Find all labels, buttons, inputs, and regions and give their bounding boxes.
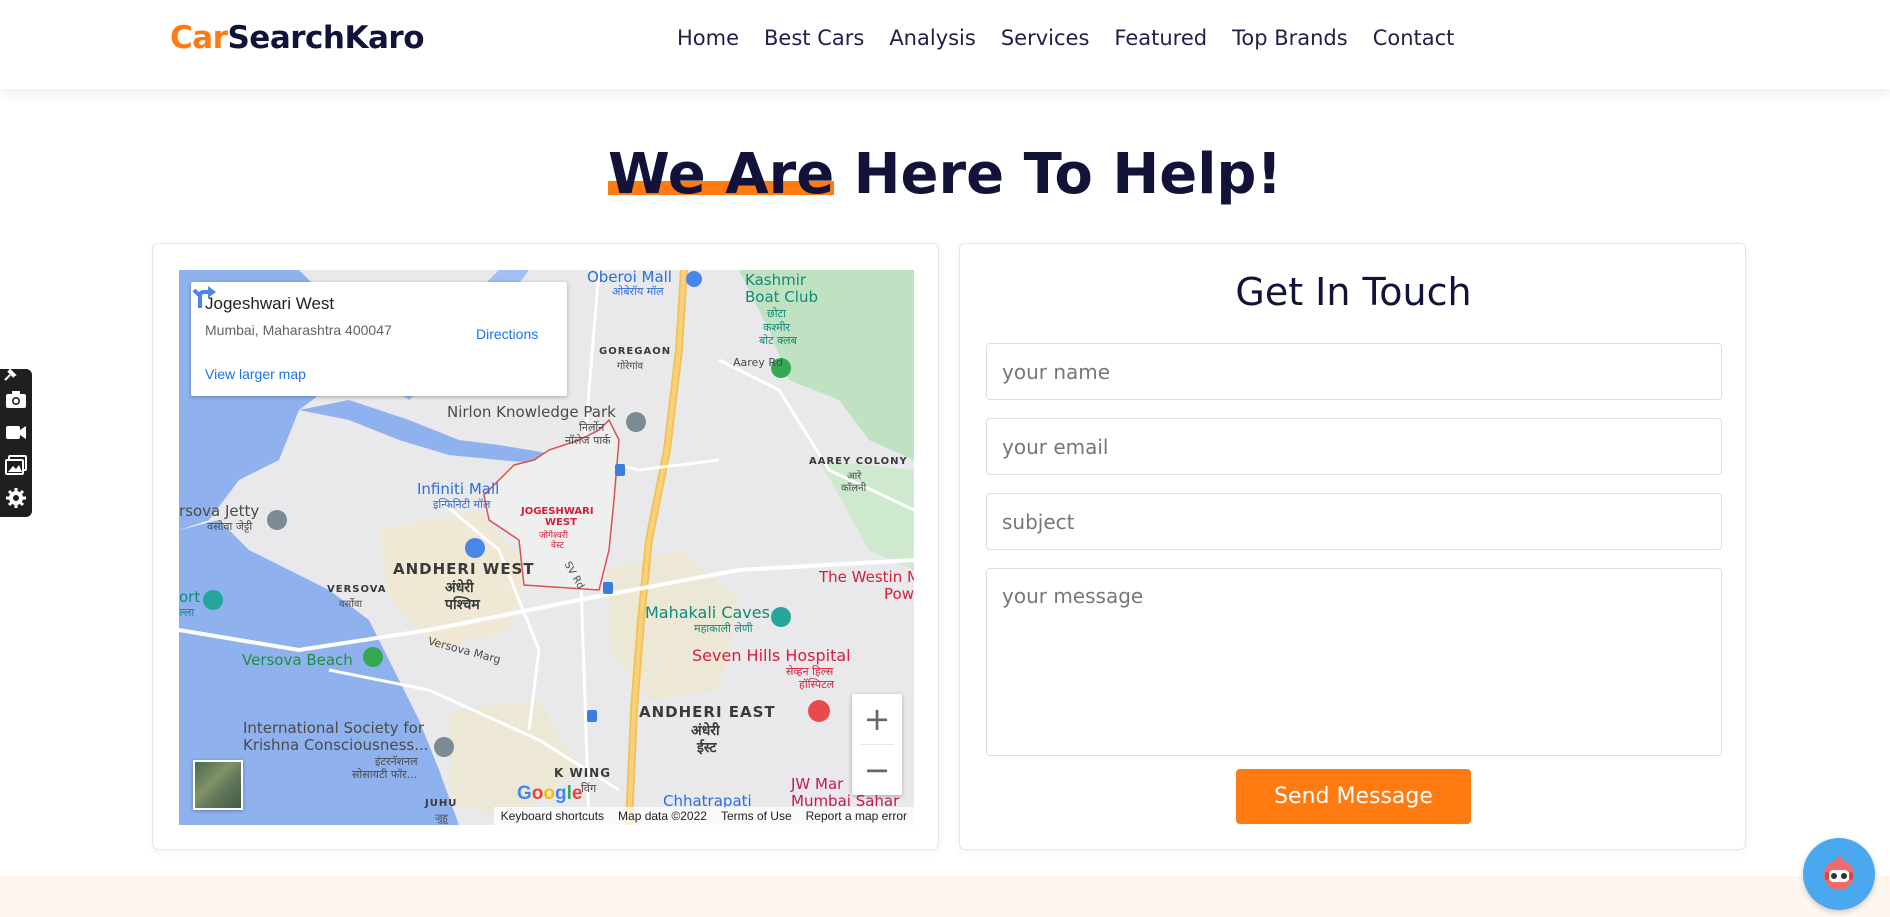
map-label-westin-1: The Westin M bbox=[819, 568, 914, 586]
site-header: CarSearchKaro Home Best Cars Analysis Se… bbox=[0, 0, 1890, 89]
nav-services[interactable]: Services bbox=[1001, 26, 1090, 50]
site-logo[interactable]: CarSearchKaro bbox=[170, 20, 424, 56]
google-logo-letter: o bbox=[531, 783, 544, 804]
form-title: Get In Touch bbox=[1235, 270, 1472, 314]
map-label-versova: VERSOVA bbox=[327, 584, 387, 595]
map-label-nirlon: Nirlon Knowledge Park bbox=[447, 403, 616, 421]
map-label-jogeshwari-hi-2: वेस्ट bbox=[551, 541, 565, 551]
map-label-juhu-hi: जुहू bbox=[435, 813, 448, 824]
contact-form-card: Get In Touch Send Message bbox=[959, 243, 1746, 850]
map-label-kwing: K WING bbox=[554, 766, 612, 780]
camera-icon[interactable] bbox=[5, 388, 27, 410]
terms-of-use-link[interactable]: Terms of Use bbox=[714, 807, 799, 825]
google-logo: Google bbox=[517, 783, 582, 805]
map-label-kashmir-hi-1: छोटा bbox=[767, 307, 786, 320]
robot-icon bbox=[1824, 856, 1854, 890]
map-info-box: Jogeshwari West Mumbai, Maharashtra 4000… bbox=[191, 282, 567, 396]
map-label-westin-2: Pow bbox=[884, 585, 914, 603]
name-field[interactable] bbox=[986, 343, 1722, 400]
embedded-map[interactable]: Oberoi Mall ओबेरॉय मॉल Kashmir Boat Club… bbox=[179, 270, 914, 825]
map-label-ort: ort bbox=[179, 588, 201, 606]
map-label-jw-1: JW Mar bbox=[791, 775, 844, 793]
map-label-versova-jetty-hi: वसोवा जेट्टी bbox=[207, 520, 253, 533]
map-label-oberoi-hi: ओबेरॉय मॉल bbox=[612, 285, 664, 298]
zoom-out-button[interactable]: − bbox=[852, 745, 902, 795]
map-label-kashmir-hi-3: बोट क्लब bbox=[759, 334, 797, 347]
map-label-andheri-east: ANDHERI EAST bbox=[639, 703, 776, 721]
map-data-text: Map data ©2022 bbox=[618, 809, 707, 823]
zoom-in-button[interactable]: + bbox=[852, 694, 902, 744]
footer-band bbox=[0, 876, 1890, 917]
main-nav: Home Best Cars Analysis Services Feature… bbox=[677, 26, 1454, 50]
map-label-iskcon-2: Krishna Consciousness... bbox=[243, 736, 429, 754]
page-title-rest: Here To Help! bbox=[834, 142, 1283, 207]
map-label-goregaon-hi: गोरेगांव bbox=[617, 361, 644, 372]
map-label-andheri-east-hi-2: ईस्ट bbox=[697, 740, 717, 756]
nav-top-brands[interactable]: Top Brands bbox=[1232, 26, 1348, 50]
video-icon[interactable] bbox=[5, 421, 27, 443]
map-label-kwing-hi: विंग bbox=[581, 782, 597, 795]
logo-part-car: Car bbox=[170, 20, 228, 56]
nav-home[interactable]: Home bbox=[677, 26, 739, 50]
map-label-iskcon-hi-2: सोसायटी फॉर... bbox=[352, 768, 418, 781]
map-label-kashmir-1: Kashmir bbox=[745, 271, 807, 289]
place-address: Mumbai, Maharashtra 400047 bbox=[205, 322, 392, 338]
google-logo-letter: g bbox=[555, 783, 567, 804]
map-label-infiniti: Infiniti Mall bbox=[417, 480, 500, 498]
message-field[interactable] bbox=[986, 568, 1722, 756]
google-logo-letter: G bbox=[517, 783, 532, 804]
map-label-versova-beach: Versova Beach bbox=[242, 651, 353, 669]
place-title: Jogeshwari West bbox=[205, 294, 335, 313]
google-logo-letter: e bbox=[571, 783, 583, 804]
map-label-nirlon-hi-2: नॉलेज पार्क bbox=[565, 434, 611, 447]
directions-icon[interactable] bbox=[191, 282, 217, 308]
logo-part-searchkaro: SearchKaro bbox=[227, 20, 424, 56]
map-label-seven-hills-hi-2: हॉस्पिटल bbox=[799, 678, 835, 691]
gear-icon[interactable] bbox=[5, 487, 27, 509]
map-label-andheri-west: ANDHERI WEST bbox=[393, 560, 535, 578]
view-larger-map-link[interactable]: View larger map bbox=[205, 366, 306, 382]
map-label-infiniti-hi: इन्फिनिटी मॉल bbox=[433, 498, 491, 511]
nav-best-cars[interactable]: Best Cars bbox=[764, 26, 864, 50]
side-toolbar bbox=[0, 369, 32, 517]
map-label-aarey-colony-hi-2: कॉलनी bbox=[841, 483, 867, 494]
email-field[interactable] bbox=[986, 418, 1722, 475]
keyboard-shortcuts-link[interactable]: Keyboard shortcuts bbox=[494, 807, 611, 825]
map-label-aarey-rd: Aarey Rd bbox=[733, 356, 783, 369]
directions-link[interactable]: Directions bbox=[476, 326, 538, 342]
map-label-andheri-west-hi-2: पश्चिम bbox=[445, 597, 480, 613]
map-label-versova-jetty: rsova Jetty bbox=[179, 502, 260, 520]
page-title: We Are Here To Help! bbox=[0, 142, 1890, 207]
google-logo-letter: o bbox=[543, 783, 555, 804]
map-label-ort-hi: ल्ला bbox=[179, 606, 195, 619]
satellite-toggle[interactable] bbox=[193, 760, 243, 810]
map-label-aarey-colony: AAREY COLONY bbox=[809, 456, 908, 467]
nav-contact[interactable]: Contact bbox=[1373, 26, 1455, 50]
nav-analysis[interactable]: Analysis bbox=[889, 26, 976, 50]
report-map-error-link[interactable]: Report a map error bbox=[799, 807, 914, 825]
map-label-kashmir-2: Boat Club bbox=[745, 288, 818, 306]
map-label-seven-hills: Seven Hills Hospital bbox=[692, 646, 851, 665]
gallery-icon[interactable] bbox=[5, 454, 27, 476]
map-label-mahakali-hi: महाकाली लेणी bbox=[694, 622, 753, 635]
map-label-jogeshwari-2: WEST bbox=[545, 517, 577, 528]
map-label-jogeshwari-1: JOGESHWARI bbox=[521, 506, 594, 517]
page-title-highlight: We Are bbox=[607, 142, 835, 207]
map-attribution: Keyboard shortcuts Map data ©2022 Terms … bbox=[493, 807, 914, 825]
send-message-button[interactable]: Send Message bbox=[1236, 769, 1471, 824]
map-label-versova-hi: वर्सोवा bbox=[339, 599, 363, 610]
map-card: Oberoi Mall ओबेरॉय मॉल Kashmir Boat Club… bbox=[152, 243, 939, 850]
chat-bot-button[interactable] bbox=[1803, 838, 1875, 910]
subject-field[interactable] bbox=[986, 493, 1722, 550]
map-zoom-controls: + − bbox=[852, 694, 902, 795]
map-label-goregaon: GOREGAON bbox=[599, 346, 672, 357]
pin-icon[interactable] bbox=[2, 369, 18, 383]
map-label-juhu: JUHU bbox=[425, 798, 458, 809]
nav-featured[interactable]: Featured bbox=[1114, 26, 1207, 50]
map-label-iskcon-1: International Society for bbox=[243, 719, 424, 737]
map-label-mahakali: Mahakali Caves bbox=[645, 603, 770, 622]
